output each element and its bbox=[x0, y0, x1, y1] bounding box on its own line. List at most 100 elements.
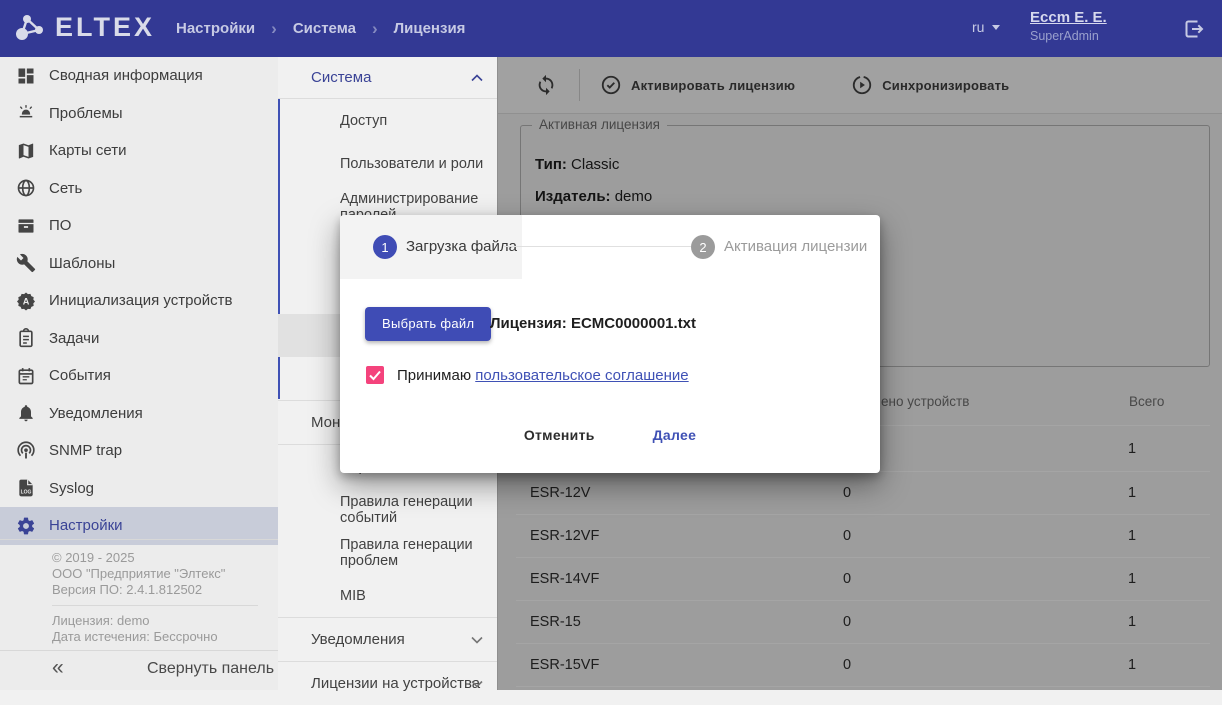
calendar-icon bbox=[16, 366, 36, 386]
breadcrumb-license[interactable]: Лицензия bbox=[394, 20, 466, 37]
sidebar-item-software[interactable]: ПО bbox=[0, 207, 278, 245]
submenu-item-label: Пользователи и роли bbox=[340, 156, 483, 172]
checkmark-icon bbox=[366, 366, 384, 384]
sidebar-item-label: Syslog bbox=[49, 480, 94, 497]
dashboard-icon bbox=[16, 66, 36, 86]
sidebar-item-notifications[interactable]: Уведомления bbox=[0, 395, 278, 433]
submenu-item-problem-rules[interactable]: Правила генерации проблем bbox=[278, 531, 497, 574]
wrench-icon bbox=[16, 253, 36, 273]
sidebar-item-problems[interactable]: Проблемы bbox=[0, 95, 278, 133]
breadcrumb-separator-icon: › bbox=[271, 19, 277, 39]
user-agreement-link[interactable]: пользовательское соглашение bbox=[475, 367, 688, 384]
logout-button[interactable] bbox=[1182, 17, 1206, 41]
license-upload-dialog: 1 Загрузка файла 2 Активация лицензии Вы… bbox=[340, 215, 880, 473]
user-name[interactable]: Eccm E. E. bbox=[1030, 9, 1107, 26]
wizard-stepper: 1 Загрузка файла 2 Активация лицензии bbox=[340, 215, 880, 279]
submenu-item-label: Правила генерации проблем bbox=[340, 537, 497, 569]
copyright-text: © 2019 - 2025 bbox=[52, 550, 258, 566]
breadcrumb: Настройки › Система › Лицензия bbox=[176, 0, 465, 57]
chevron-down-icon bbox=[471, 680, 483, 688]
choose-file-button[interactable]: Выбрать файл bbox=[365, 307, 491, 341]
sidebar-item-events[interactable]: События bbox=[0, 357, 278, 395]
chevron-up-icon bbox=[471, 74, 483, 82]
submenu-item-label: Правила генерации событий bbox=[340, 494, 497, 526]
submenu-group-label: Лицензии на устройства bbox=[311, 675, 480, 692]
language-value: ru bbox=[972, 19, 984, 35]
sidebar-item-snmp-trap[interactable]: SNMP trap bbox=[0, 432, 278, 470]
globe-icon bbox=[16, 178, 36, 198]
step-1-label: Загрузка файла bbox=[406, 238, 517, 255]
version-text: Версия ПО: 2.4.1.812502 bbox=[52, 582, 258, 598]
breadcrumb-separator-icon: › bbox=[372, 19, 378, 39]
sidebar-item-summary[interactable]: Сводная информация bbox=[0, 57, 278, 95]
breadcrumb-settings[interactable]: Настройки bbox=[176, 20, 255, 37]
step-1-indicator: 1 bbox=[373, 235, 397, 259]
submenu-group-system[interactable]: Система bbox=[278, 57, 497, 99]
sidebar-item-label: Проблемы bbox=[49, 105, 123, 122]
sidebar-item-label: Шаблоны bbox=[49, 255, 115, 272]
step-2-indicator: 2 bbox=[691, 235, 715, 259]
sidebar-item-label: ПО bbox=[49, 217, 71, 234]
language-selector[interactable]: ru bbox=[972, 19, 1000, 35]
next-button[interactable]: Далее bbox=[647, 426, 703, 444]
clipboard-icon bbox=[16, 328, 36, 348]
accept-agreement-checkbox[interactable] bbox=[366, 366, 384, 384]
cancel-button[interactable]: Отменить bbox=[518, 426, 601, 444]
step-2-label: Активация лицензии bbox=[724, 238, 867, 255]
submenu-group-notifications[interactable]: Уведомления bbox=[278, 618, 497, 662]
sidebar-item-label: SNMP trap bbox=[49, 442, 122, 459]
sidebar-item-label: Настройки bbox=[49, 517, 123, 534]
collapse-panel-label: Свернуть панель bbox=[147, 660, 274, 678]
sidebar-item-label: Сводная информация bbox=[49, 67, 203, 84]
expiry-text: Дата истечения: Бессрочно bbox=[52, 629, 258, 645]
sidebar-item-label: Инициализация устройств bbox=[49, 292, 232, 309]
sidebar-item-label: Карты сети bbox=[49, 142, 127, 159]
submenu-group-label: Уведомления bbox=[311, 631, 405, 648]
selected-file-label: Лицензия: ECMC0000001.txt bbox=[490, 315, 696, 332]
main-sidebar: Сводная информация Проблемы Карты сети С… bbox=[0, 57, 279, 690]
svg-text:LOG: LOG bbox=[21, 490, 32, 496]
sidebar-item-device-init[interactable]: A Инициализация устройств bbox=[0, 282, 278, 320]
chevron-down-icon bbox=[992, 25, 1000, 30]
app-header: ELTEX Настройки › Система › Лицензия ru … bbox=[0, 0, 1222, 57]
sidebar-item-label: События bbox=[49, 367, 111, 384]
podcast-icon bbox=[16, 441, 36, 461]
gear-icon bbox=[16, 516, 36, 536]
sidebar-footer: © 2019 - 2025 ООО "Предприятие "Элтекс" … bbox=[0, 539, 278, 651]
bell-icon bbox=[16, 403, 36, 423]
stepper-connector bbox=[503, 246, 691, 247]
collapse-panel-button[interactable]: « Свернуть панель bbox=[0, 650, 278, 690]
sidebar-item-label: Задачи bbox=[49, 330, 99, 347]
sidebar-item-label: Сеть bbox=[49, 180, 82, 197]
company-text: ООО "Предприятие "Элтекс" bbox=[52, 566, 258, 582]
double-chevron-left-icon: « bbox=[52, 656, 64, 680]
sidebar-item-network[interactable]: Сеть bbox=[0, 170, 278, 208]
submenu-item-users-roles[interactable]: Пользователи и роли bbox=[278, 142, 497, 185]
submenu-item-label: Доступ bbox=[340, 113, 387, 129]
sidebar-item-templates[interactable]: Шаблоны bbox=[0, 245, 278, 283]
submenu-item-mib[interactable]: MIB bbox=[278, 574, 497, 618]
map-icon bbox=[16, 141, 36, 161]
alarm-icon bbox=[16, 103, 36, 123]
eltex-logo-text: ELTEX bbox=[55, 12, 155, 43]
badge-a-icon: A bbox=[16, 291, 36, 311]
sidebar-item-tasks[interactable]: Задачи bbox=[0, 320, 278, 358]
dialog-actions: Отменить Далее bbox=[340, 420, 880, 450]
sidebar-item-label: Уведомления bbox=[49, 405, 143, 422]
submenu-item-event-rules[interactable]: Правила генерации событий bbox=[278, 488, 497, 531]
license-text: Лицензия: demo bbox=[52, 613, 258, 629]
breadcrumb-system[interactable]: Система bbox=[293, 20, 356, 37]
logout-icon bbox=[1182, 17, 1206, 41]
submenu-item-label: MIB bbox=[340, 588, 366, 604]
footer-divider bbox=[52, 605, 258, 606]
sidebar-item-syslog[interactable]: LOG Syslog bbox=[0, 470, 278, 508]
submenu-group-device-licenses[interactable]: Лицензии на устройства bbox=[278, 662, 497, 705]
user-menu[interactable]: Eccm E. E. SuperAdmin bbox=[1030, 9, 1107, 43]
submenu-item-access[interactable]: Доступ bbox=[278, 99, 497, 142]
storage-icon bbox=[16, 216, 36, 236]
sidebar-item-network-maps[interactable]: Карты сети bbox=[0, 132, 278, 170]
svg-text:A: A bbox=[23, 296, 30, 306]
eltex-logo[interactable]: ELTEX bbox=[14, 10, 155, 44]
eltex-logo-icon bbox=[14, 10, 48, 44]
log-file-icon: LOG bbox=[16, 478, 36, 498]
